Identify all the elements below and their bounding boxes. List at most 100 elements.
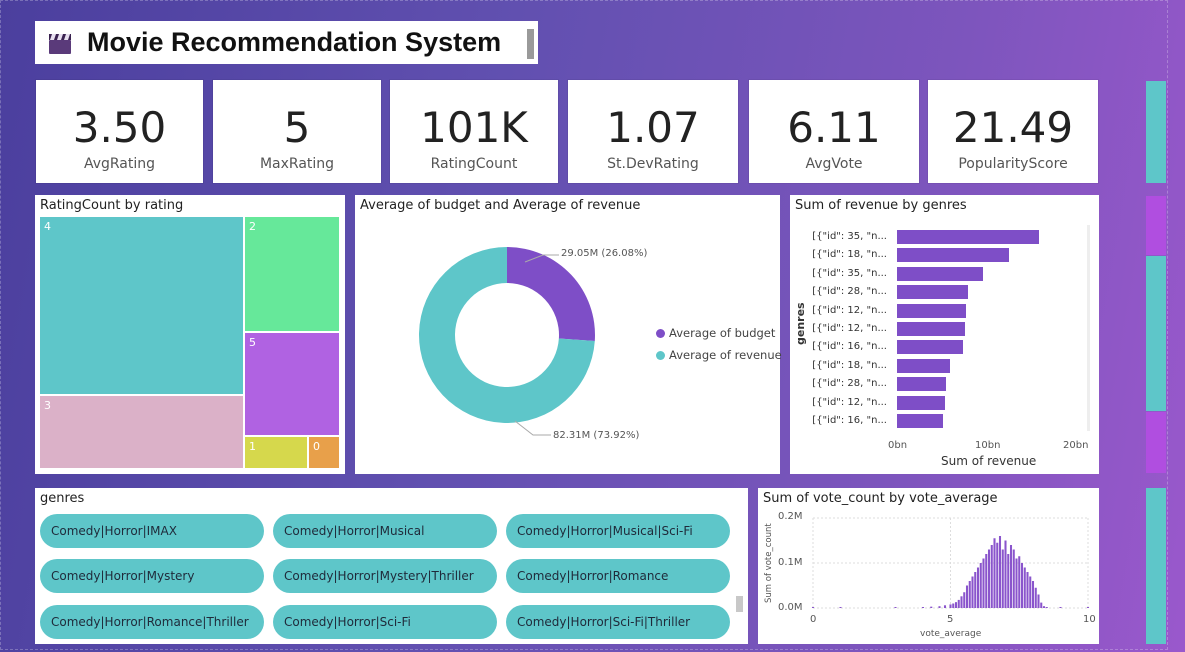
vote-bar[interactable] <box>965 585 969 609</box>
legend-item-budget[interactable]: Average of budget <box>656 326 775 340</box>
side-tab-4[interactable] <box>1146 412 1166 473</box>
treemap-cell-2[interactable]: 2 <box>244 216 340 332</box>
vote-bar[interactable] <box>1040 602 1043 608</box>
revenue-bar[interactable] <box>897 322 966 336</box>
vote-bar[interactable] <box>894 607 897 608</box>
revenue-bar[interactable] <box>897 377 946 392</box>
vote-bar[interactable] <box>1031 581 1035 608</box>
genre-pill[interactable]: Comedy|Horror|Musical|Sci-Fi <box>506 514 730 548</box>
kpi-value: 3.50 <box>72 103 167 152</box>
revenue-bar-label: [{"id": 18, "n... <box>812 359 887 371</box>
revenue-bar-label: [{"id": 16, "n... <box>812 341 887 353</box>
vote-bar[interactable] <box>993 538 996 608</box>
vote-y-tick: 0.0M <box>778 602 803 613</box>
vote-y-axis-title: Sum of vote_count <box>764 523 774 603</box>
vote-bar[interactable] <box>1034 587 1037 608</box>
vote-bar[interactable] <box>976 567 980 609</box>
vote-bar[interactable] <box>943 605 947 608</box>
vote-bar[interactable] <box>1037 594 1040 609</box>
vote-bar[interactable] <box>987 549 991 609</box>
vote-bar[interactable] <box>1018 556 1021 608</box>
vote-bar[interactable] <box>811 607 815 608</box>
vote-bar[interactable] <box>979 563 982 608</box>
genre-pill[interactable]: Comedy|Horror|Romance|Thriller <box>40 605 264 639</box>
vote-bar[interactable] <box>949 604 952 608</box>
vote-bar[interactable] <box>1086 607 1090 608</box>
vote-bar[interactable] <box>974 572 977 608</box>
scrollbar[interactable] <box>1087 225 1090 431</box>
genre-pill[interactable]: Comedy|Horror|Sci-Fi <box>273 605 497 639</box>
vote-bar[interactable] <box>968 581 971 608</box>
vote-bar[interactable] <box>1042 606 1046 608</box>
vote-bar[interactable] <box>1009 545 1013 608</box>
vote-bar[interactable] <box>985 554 988 608</box>
revenue-bar[interactable] <box>897 230 1039 244</box>
vote-bar[interactable] <box>1059 607 1062 608</box>
kpi-card-popularityscore: 21.49 PopularityScore <box>928 80 1098 183</box>
revenue-bar-label: [{"id": 12, "n... <box>812 396 887 408</box>
donut-label-budget: 29.05M (26.08%) <box>561 248 648 259</box>
genre-pill[interactable]: Comedy|Horror|Mystery <box>40 559 264 593</box>
revenue-bar[interactable] <box>897 303 967 318</box>
legend-label: Average of revenue <box>669 348 782 362</box>
vote-bar[interactable] <box>1026 572 1029 608</box>
genre-pill[interactable]: Comedy|Horror|Mystery|Thriller <box>273 559 497 593</box>
genre-pill[interactable]: Comedy|Horror|Musical <box>273 514 497 548</box>
legend-item-revenue[interactable]: Average of revenue <box>656 348 782 362</box>
revenue-bar[interactable] <box>897 358 950 373</box>
treemap-cell-0[interactable]: 0 <box>308 436 340 469</box>
kpi-value: 101K <box>420 103 528 152</box>
vote-bar[interactable] <box>1015 558 1018 609</box>
genres-title: genres <box>40 491 85 506</box>
revenue-bar[interactable] <box>897 266 983 281</box>
vote-bar[interactable] <box>1012 549 1015 609</box>
revenue-bar[interactable] <box>897 340 963 355</box>
vote-bar[interactable] <box>1020 563 1024 608</box>
vote-bar[interactable] <box>957 599 960 608</box>
vote-bar[interactable] <box>963 592 966 608</box>
genre-pill[interactable]: Comedy|Horror|Romance <box>506 559 730 593</box>
vote-bar[interactable] <box>1023 567 1026 609</box>
treemap-cell-4[interactable]: 4 <box>39 216 244 395</box>
donut-label-revenue: 82.31M (73.92%) <box>553 430 640 441</box>
vote-bar[interactable] <box>930 606 933 608</box>
revenue-bar-label: [{"id": 12, "n... <box>812 304 887 316</box>
vote-bar[interactable] <box>1004 540 1007 609</box>
vote-bar[interactable] <box>1045 607 1048 608</box>
vote-bar[interactable] <box>971 576 974 609</box>
vote-bar[interactable] <box>952 603 955 609</box>
genre-pill[interactable]: Comedy|Horror|Sci-Fi|Thriller <box>506 605 730 639</box>
scrollbar-thumb[interactable] <box>736 596 743 612</box>
revenue-bar-label: [{"id": 35, "n... <box>812 231 887 242</box>
vote-bar[interactable] <box>921 607 925 608</box>
vote-bar[interactable] <box>996 542 999 608</box>
donut-slice-budget[interactable] <box>507 247 595 342</box>
revenue-bar[interactable] <box>897 414 944 428</box>
revenue-tick-10: 10bn <box>975 440 1001 451</box>
revenue-bar[interactable] <box>897 395 946 410</box>
genre-pill[interactable]: Comedy|Horror|IMAX <box>40 514 264 548</box>
vote-bar[interactable] <box>1029 576 1032 609</box>
revenue-bar[interactable] <box>897 285 968 300</box>
vote-bar[interactable] <box>1007 554 1010 608</box>
side-tab-1[interactable] <box>1146 81 1166 183</box>
treemap-cell-3[interactable]: 3 <box>39 395 244 469</box>
vote-bar[interactable] <box>990 545 993 608</box>
treemap-cell-5[interactable]: 5 <box>244 332 340 436</box>
revenue-bar-label: [{"id": 28, "n... <box>812 378 887 390</box>
revenue-x-axis-title: Sum of revenue <box>941 454 1037 468</box>
vote-bar[interactable] <box>960 596 963 608</box>
vote-bar[interactable] <box>1001 549 1004 609</box>
kpi-value: 21.49 <box>952 103 1074 152</box>
vote-bar[interactable] <box>839 607 842 608</box>
side-tab-2[interactable] <box>1146 196 1166 255</box>
revenue-bar[interactable] <box>897 248 1009 263</box>
treemap-cell-1[interactable]: 1 <box>244 436 308 469</box>
side-tab-3[interactable] <box>1146 256 1166 411</box>
vote-bar[interactable] <box>998 536 1002 608</box>
vote-bar[interactable] <box>938 606 941 608</box>
side-tab-5[interactable] <box>1146 488 1166 644</box>
vote-bar[interactable] <box>982 558 985 609</box>
vote-bar[interactable] <box>954 602 958 608</box>
kpi-card-ratingcount: 101K RatingCount <box>390 80 558 183</box>
